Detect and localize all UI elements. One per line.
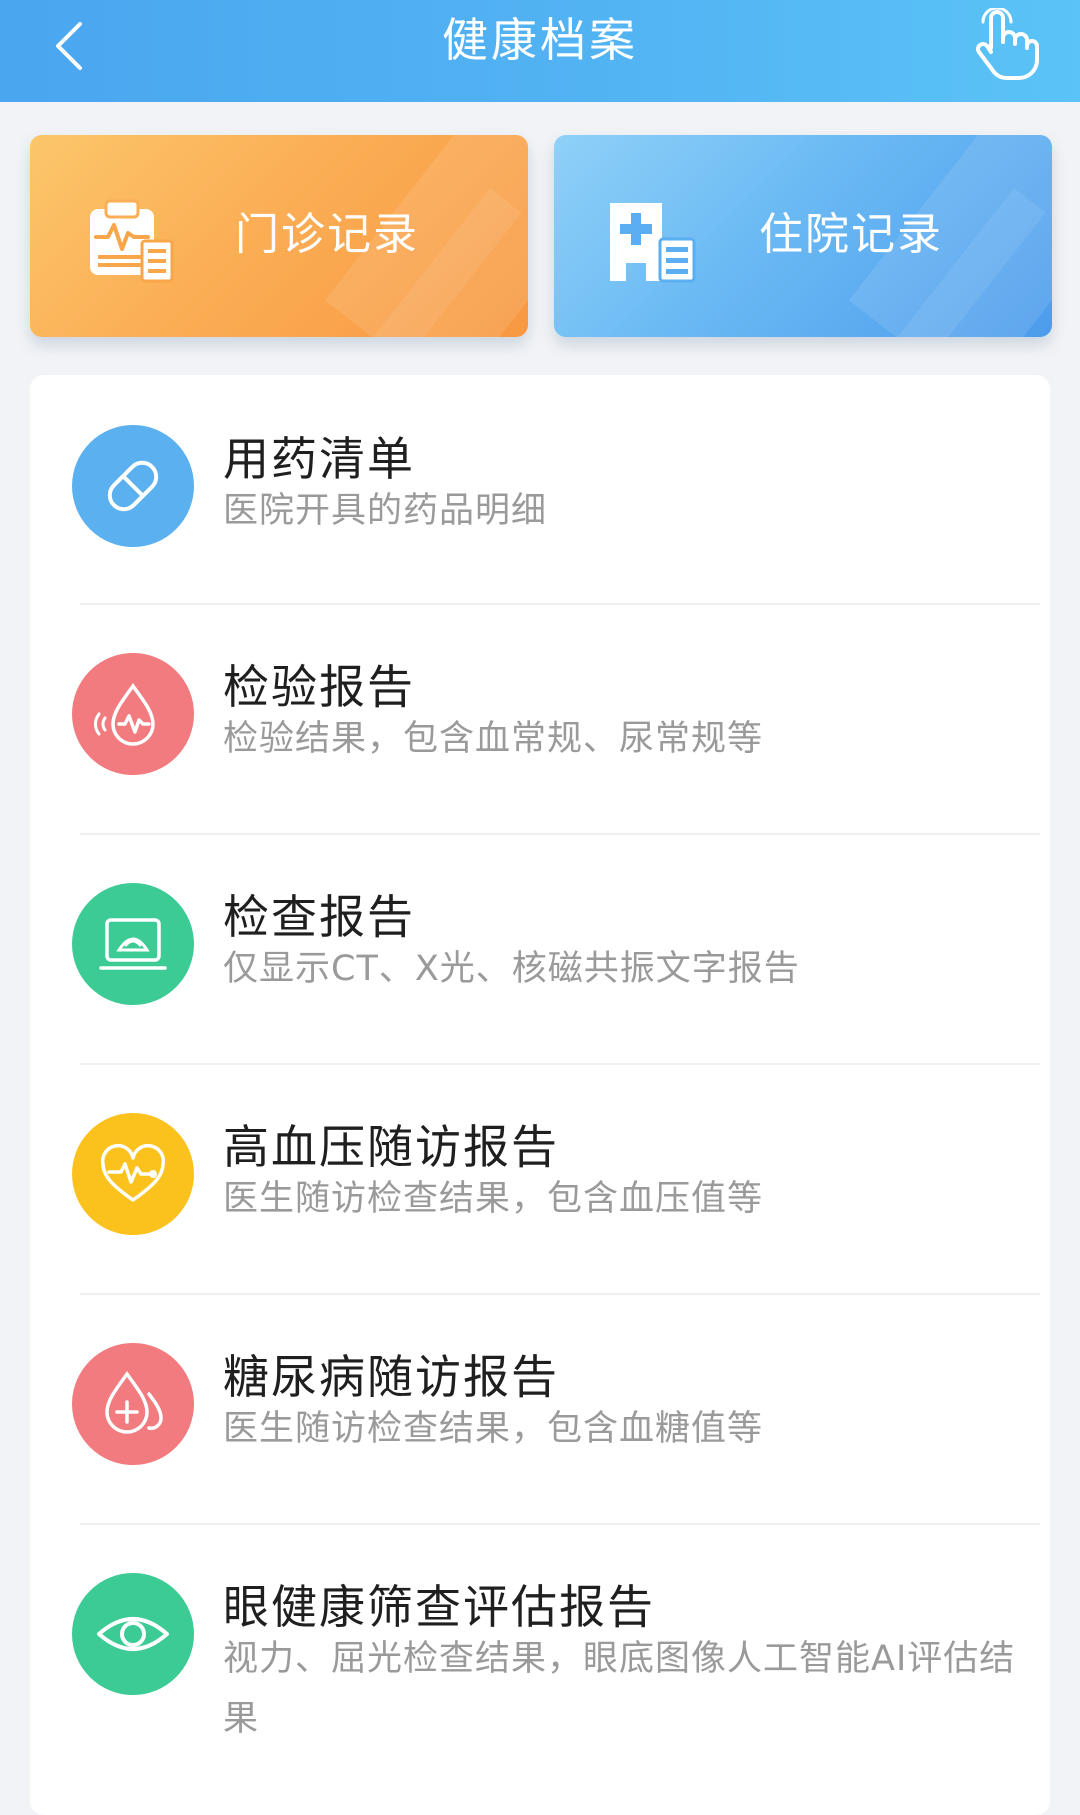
page-title: 健康档案 [442, 13, 638, 67]
item-title: 糖尿病随访报告 [223, 1350, 559, 1404]
ultrasound-icon-badge [72, 883, 194, 1005]
item-description: 仅显示CT、X光、核磁共振文字报告 [223, 949, 800, 989]
item-title: 高血压随访报告 [223, 1120, 559, 1174]
blood-drop-wave-icon [94, 682, 155, 746]
item-title: 检查报告 [223, 890, 415, 944]
list-item-exam-report[interactable]: 检查报告 仅显示CT、X光、核磁共振文字报告 [30, 835, 1050, 1063]
item-title: 用药清单 [223, 432, 415, 486]
item-description: 视力、屈光检查结果，眼底图像人工智能AI评估结果 [223, 1639, 1016, 1739]
eye-icon [97, 1617, 169, 1651]
list-item-eye-screening[interactable]: 眼健康筛查评估报告 视力、屈光检查结果，眼底图像人工智能AI评估结果 [30, 1525, 1050, 1785]
hospital-building-icon [610, 203, 696, 283]
heart-pulse-icon [100, 1144, 166, 1202]
hand-pointer-icon [976, 8, 1039, 80]
accessibility-button[interactable] [966, 4, 1046, 84]
eye-icon-badge [72, 1573, 194, 1695]
pill-icon-badge [72, 425, 194, 547]
ultrasound-screen-icon [99, 918, 167, 970]
item-description: 医生随访检查结果，包含血压值等 [223, 1179, 764, 1219]
drop-plus-icon [105, 1370, 163, 1434]
blood-drop-icon-badge [72, 653, 194, 775]
item-description: 医院开具的药品明细 [223, 491, 548, 531]
top-bar: 健康档案 [0, 0, 1080, 102]
list-item-medication[interactable]: 用药清单 医院开具的药品明细 [30, 375, 1050, 603]
inpatient-records-label: 住院记录 [759, 209, 943, 260]
list-item-lab-report[interactable]: 检验报告 检验结果，包含血常规、尿常规等 [30, 605, 1050, 833]
list-item-diabetes-followup[interactable]: 糖尿病随访报告 医生随访检查结果，包含血糖值等 [30, 1295, 1050, 1523]
item-title: 眼健康筛查评估报告 [223, 1580, 655, 1634]
list-item-hypertension-followup[interactable]: 高血压随访报告 医生随访检查结果，包含血压值等 [30, 1065, 1050, 1293]
item-title: 检验报告 [223, 660, 415, 714]
pill-icon [107, 460, 159, 512]
report-list: 用药清单 医院开具的药品明细 检验报告 检验结果，包含血常规、尿常规等 检查报告… [30, 375, 1050, 1815]
heart-icon-badge [72, 1113, 194, 1235]
item-description: 医生随访检查结果，包含血糖值等 [223, 1409, 764, 1449]
clipboard-ecg-icon [90, 199, 174, 283]
outpatient-records-label: 门诊记录 [235, 209, 419, 260]
inpatient-records-card[interactable]: 住院记录 [554, 135, 1052, 337]
drop-icon-badge [72, 1343, 194, 1465]
item-description: 检验结果，包含血常规、尿常规等 [223, 719, 764, 759]
outpatient-records-card[interactable]: 门诊记录 [30, 135, 528, 337]
